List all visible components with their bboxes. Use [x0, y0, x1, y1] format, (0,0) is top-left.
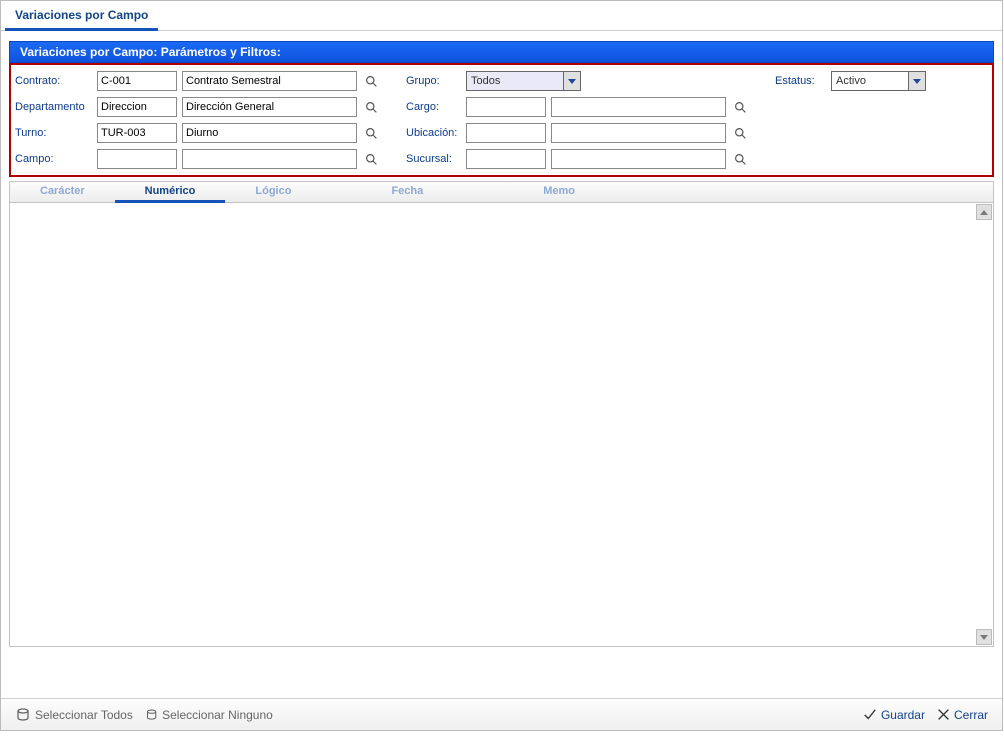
select-estatus[interactable]: Activo — [831, 71, 926, 91]
close-button[interactable]: Cerrar — [931, 706, 994, 724]
check-icon — [863, 708, 877, 722]
chevron-down-icon — [563, 72, 580, 90]
select-estatus-value: Activo — [832, 75, 908, 87]
select-grupo[interactable]: Todos — [466, 71, 581, 91]
input-sucursal-code[interactable] — [466, 149, 546, 169]
close-label: Cerrar — [954, 708, 988, 722]
app-frame: Variaciones por Campo Variaciones por Ca… — [0, 0, 1003, 731]
panel-body: Contrato: Grupo: Todos Estatus: Activo — [9, 63, 994, 177]
label-cargo: Cargo: — [406, 101, 466, 113]
select-none-label: Seleccionar Ninguno — [162, 708, 273, 722]
label-sucursal: Sucursal: — [406, 153, 466, 165]
params-panel: Variaciones por Campo: Parámetros y Filt… — [9, 41, 994, 177]
label-estatus: Estatus: — [775, 75, 831, 87]
lookup-departamento-icon[interactable] — [362, 98, 380, 116]
input-campo-code[interactable] — [97, 149, 177, 169]
input-contrato-code[interactable] — [97, 71, 177, 91]
tab-variaciones-por-campo[interactable]: Variaciones por Campo — [5, 2, 158, 31]
database-icon — [15, 707, 31, 723]
save-label: Guardar — [881, 708, 925, 722]
input-ubicacion-desc[interactable] — [551, 123, 726, 143]
scroll-down-button[interactable] — [976, 629, 992, 645]
lookup-turno-icon[interactable] — [362, 124, 380, 142]
label-grupo: Grupo: — [406, 75, 466, 87]
label-turno: Turno: — [15, 127, 97, 139]
input-departamento-desc[interactable] — [182, 97, 357, 117]
input-sucursal-desc[interactable] — [551, 149, 726, 169]
lookup-ubicacion-icon[interactable] — [731, 124, 749, 142]
tab-caracter[interactable]: Carácter — [10, 182, 115, 202]
select-none-button[interactable]: Seleccionar Ninguno — [139, 705, 279, 725]
lookup-contrato-icon[interactable] — [362, 72, 380, 90]
input-contrato-desc[interactable] — [182, 71, 357, 91]
select-grupo-value: Todos — [467, 75, 563, 87]
input-cargo-desc[interactable] — [551, 97, 726, 117]
tab-memo[interactable]: Memo — [493, 182, 625, 202]
database-icon — [145, 707, 158, 723]
input-departamento-code[interactable] — [97, 97, 177, 117]
scroll-up-button[interactable] — [976, 204, 992, 220]
select-all-button[interactable]: Seleccionar Todos — [9, 705, 139, 725]
tab-fecha[interactable]: Fecha — [321, 182, 493, 202]
filter-grid: Contrato: Grupo: Todos Estatus: Activo — [15, 71, 988, 169]
input-campo-desc[interactable] — [182, 149, 357, 169]
input-ubicacion-code[interactable] — [466, 123, 546, 143]
bottom-toolbar: Seleccionar Todos Seleccionar Ninguno Gu… — [1, 698, 1002, 730]
panel-header: Variaciones por Campo: Parámetros y Filt… — [9, 41, 994, 63]
input-turno-desc[interactable] — [182, 123, 357, 143]
chevron-down-icon — [908, 72, 925, 90]
page-tabs: Variaciones por Campo — [1, 1, 1002, 31]
label-ubicacion: Ubicación: — [406, 127, 466, 139]
tab-logico[interactable]: Lógico — [225, 182, 321, 202]
lookup-cargo-icon[interactable] — [731, 98, 749, 116]
save-button[interactable]: Guardar — [857, 706, 931, 724]
lookup-sucursal-icon[interactable] — [731, 150, 749, 168]
lookup-campo-icon[interactable] — [362, 150, 380, 168]
label-departamento: Departamento — [15, 101, 97, 113]
sub-tabs: Carácter Numérico Lógico Fecha Memo — [9, 181, 994, 203]
content-pane — [9, 203, 994, 647]
select-all-label: Seleccionar Todos — [35, 708, 133, 722]
label-contrato: Contrato: — [15, 75, 97, 87]
tab-numerico[interactable]: Numérico — [115, 182, 226, 203]
input-cargo-code[interactable] — [466, 97, 546, 117]
label-campo: Campo: — [15, 153, 97, 165]
close-icon — [937, 708, 950, 721]
input-turno-code[interactable] — [97, 123, 177, 143]
